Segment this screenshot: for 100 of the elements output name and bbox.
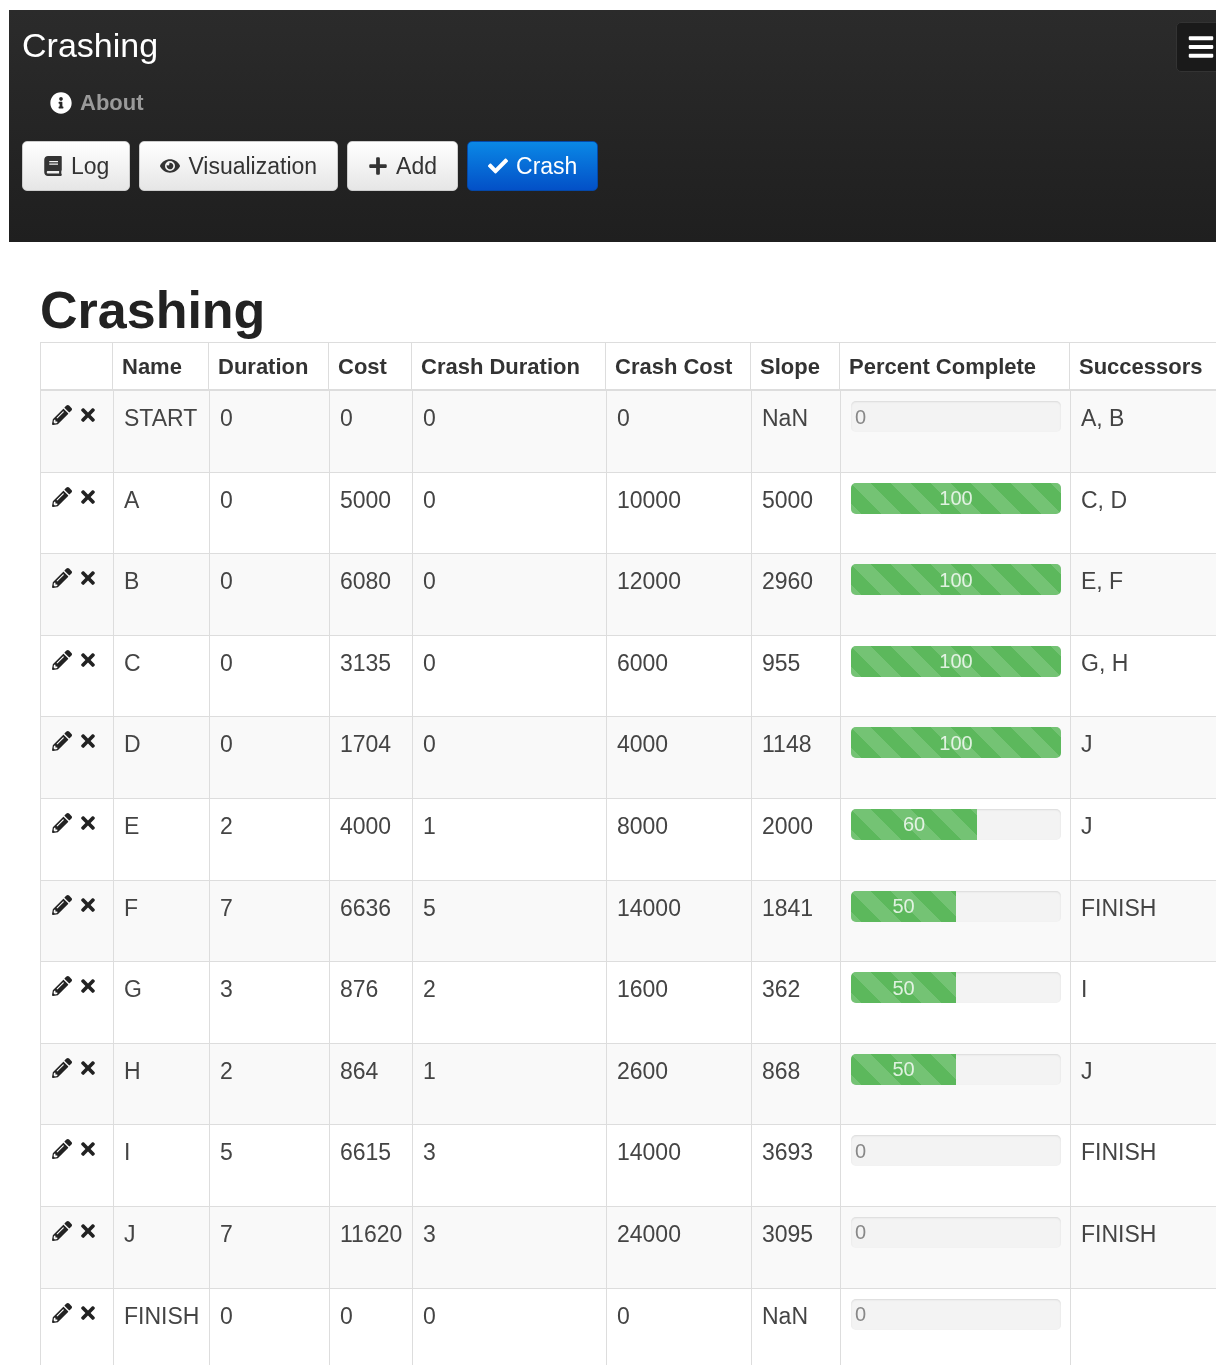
progress-label: 100 (938, 649, 974, 675)
page-heading: Crashing (40, 280, 266, 340)
table-cell: 12000 (617, 568, 681, 595)
table-cell: B (124, 568, 140, 595)
menu-icon (1187, 33, 1215, 61)
pencil-icon (52, 1302, 72, 1323)
table-cell: FINISH (1081, 894, 1157, 921)
table-cell: 5000 (340, 486, 392, 513)
edit-button[interactable] (51, 485, 73, 508)
table-cell: 6636 (340, 894, 392, 921)
pencil-icon (52, 568, 72, 589)
table-cell: 5000 (762, 486, 814, 513)
edit-button[interactable] (51, 975, 73, 998)
toolbar-button[interactable]: Visualization (139, 141, 339, 191)
edit-button[interactable] (51, 730, 73, 753)
progress-label: 0 (855, 1302, 867, 1328)
table-cell: 6000 (617, 649, 669, 676)
table-cell: G, H (1081, 649, 1129, 676)
table-cell: F (124, 894, 139, 921)
table-cell: 0 (423, 649, 436, 676)
table-cell: 0 (423, 731, 436, 758)
table-cell: 3 (423, 1139, 436, 1166)
table-cell: 11620 (340, 1220, 403, 1247)
table-cell: 864 (340, 1057, 379, 1084)
table-cell: 1 (423, 1057, 436, 1084)
table-cell: E, F (1081, 568, 1124, 595)
table-cell: FINISH (1081, 1220, 1157, 1247)
table-cell: I (1081, 976, 1088, 1003)
pencil-icon (52, 405, 72, 425)
table-cell: 1600 (617, 976, 669, 1003)
column-header: Name (122, 352, 182, 381)
table-cell: 7 (220, 1220, 233, 1247)
brand-title[interactable]: Crashing (22, 26, 159, 64)
edit-button[interactable] (51, 648, 73, 671)
table-cell: 0 (617, 1302, 630, 1329)
column-header: Duration (218, 352, 309, 381)
menu-button[interactable] (1176, 22, 1216, 72)
toolbar-button[interactable]: Log (22, 141, 131, 191)
progress-label: 50 (891, 975, 916, 1001)
column-header: Cost (338, 352, 387, 381)
table-cell: 0 (220, 568, 233, 595)
table-cell: 4000 (340, 812, 392, 839)
edit-button[interactable] (51, 1219, 73, 1242)
table-cell: 8000 (617, 812, 669, 839)
table-cell: 3135 (340, 649, 392, 676)
table-cell: START (124, 405, 198, 431)
table-cell: 0 (340, 1302, 353, 1329)
table-cell: 0 (220, 405, 233, 431)
progress-label: 60 (901, 812, 927, 838)
table-cell: 4000 (617, 731, 669, 758)
progress-label: 100 (938, 567, 974, 593)
crash-button[interactable]: Crash (467, 141, 599, 191)
pencil-icon (52, 649, 72, 670)
progress-label: 0 (855, 1138, 867, 1164)
table-cell: 0 (220, 649, 233, 676)
edit-button[interactable] (51, 893, 73, 916)
table-cell: NaN (762, 405, 808, 431)
toolbar-button[interactable]: Add (347, 141, 459, 191)
table-cell: 1 (423, 812, 436, 839)
table-cell: 868 (762, 1057, 801, 1084)
pencil-icon (52, 812, 72, 833)
table-cell: 2 (220, 812, 233, 839)
info-icon (50, 91, 72, 114)
table-cell: 955 (762, 649, 801, 676)
pencil-icon (52, 731, 72, 752)
table-cell: 24000 (617, 1220, 681, 1247)
edit-button[interactable] (51, 404, 73, 426)
table-cell: 0 (423, 1302, 436, 1329)
about-link[interactable]: About (50, 86, 144, 119)
column-header: Crash Cost (615, 352, 733, 381)
table-cell: 1841 (762, 894, 814, 921)
edit-button[interactable] (51, 1056, 73, 1079)
table-cell: 0 (220, 731, 233, 758)
plus-icon (368, 156, 389, 176)
table-cell: FINISH (124, 1302, 200, 1329)
table-cell: 2000 (762, 812, 814, 839)
table-cell: 10000 (617, 486, 681, 513)
edit-button[interactable] (51, 1138, 73, 1161)
edit-button[interactable] (51, 811, 73, 834)
table-cell: 0 (423, 405, 436, 431)
table-cell: 5 (220, 1139, 233, 1166)
table-cell: A, B (1081, 405, 1125, 431)
table-cell: C, D (1081, 486, 1127, 513)
table-cell: 0 (220, 486, 233, 513)
progress-label: 0 (855, 404, 867, 430)
edit-button[interactable] (51, 1301, 73, 1324)
table-cell: 14000 (617, 894, 681, 921)
pencil-icon (52, 1057, 72, 1078)
table-cell: I (124, 1139, 131, 1166)
eye-icon (160, 156, 181, 176)
table-cell: 3 (423, 1220, 436, 1247)
close-icon (78, 405, 98, 425)
table-cell: 7 (220, 894, 233, 921)
table-cell: 2 (423, 976, 436, 1003)
progress-label: 100 (938, 730, 974, 756)
table-cell: 362 (762, 976, 801, 1003)
table-cell: A (124, 486, 140, 513)
progress-label: 50 (891, 1057, 916, 1083)
edit-button[interactable] (51, 567, 73, 590)
table-cell: G (124, 976, 142, 1003)
